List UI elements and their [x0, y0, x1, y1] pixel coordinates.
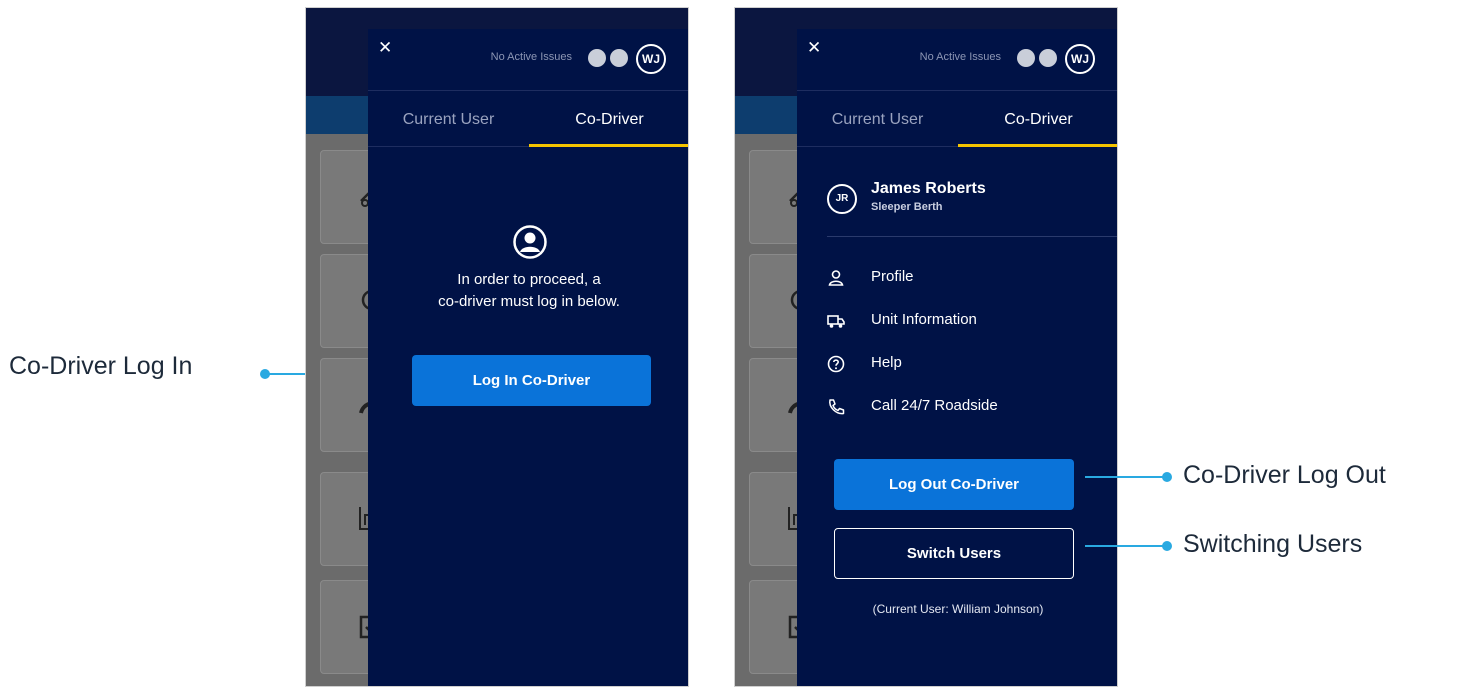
user-tabs: Current User Co-Driver — [797, 92, 1117, 147]
user-avatar[interactable]: WJ — [636, 44, 666, 74]
user-tabs: Current User Co-Driver — [368, 92, 688, 147]
co-driver-drawer: ✕ No Active Issues WJ Current User Co-Dr… — [368, 29, 688, 686]
phone-screen-login: ✕ No Active Issues WJ Current User Co-Dr… — [305, 7, 689, 687]
close-button[interactable]: ✕ — [807, 39, 825, 57]
login-prompt-line1: In order to proceed, a — [457, 271, 601, 288]
menu-item-label: Call 24/7 Roadside — [871, 397, 998, 414]
menu-item-call-roadside[interactable]: Call 24/7 Roadside — [827, 396, 1087, 418]
callout-label-switching: Switching Users — [1183, 530, 1363, 558]
current-user-note: (Current User: William Johnson) — [872, 602, 1044, 616]
callout-dot-logout — [1162, 472, 1172, 482]
user-circle-icon — [513, 225, 547, 259]
phone-screen-logout: ✕ No Active Issues WJ Current User Co-Dr… — [734, 7, 1118, 687]
co-driver-drawer: ✕ No Active Issues WJ Current User Co-Dr… — [797, 29, 1117, 686]
close-button[interactable]: ✕ — [378, 39, 396, 57]
tab-co-driver[interactable]: Co-Driver — [958, 92, 1117, 147]
menu-item-profile[interactable]: Profile — [827, 267, 1087, 289]
status-text: No Active Issues — [919, 51, 1001, 63]
menu-item-label: Profile — [871, 268, 914, 285]
callout-dot-switching — [1162, 541, 1172, 551]
alert-icon[interactable] — [1039, 49, 1057, 67]
login-prompt-line2: co-driver must log in below. — [438, 293, 620, 310]
diagnostics-icon[interactable] — [588, 49, 606, 67]
log-out-co-driver-button[interactable]: Log Out Co-Driver — [834, 459, 1074, 510]
divider — [827, 236, 1117, 237]
truck-icon — [827, 315, 845, 328]
menu-item-help[interactable]: Help — [827, 353, 1087, 375]
menu-item-unit-information[interactable]: Unit Information — [827, 310, 1087, 332]
menu-item-label: Help — [871, 354, 902, 371]
switch-users-button[interactable]: Switch Users — [834, 528, 1074, 579]
phone-icon — [829, 399, 845, 415]
callout-line-logout — [1085, 476, 1167, 478]
person-icon — [828, 270, 844, 286]
callout-line-switching — [1085, 545, 1167, 547]
co-driver-avatar: JR — [827, 184, 857, 214]
tab-current-user[interactable]: Current User — [797, 92, 958, 147]
user-avatar[interactable]: WJ — [1065, 44, 1095, 74]
login-prompt: In order to proceed, a co-driver must lo… — [368, 269, 688, 313]
callout-label-login: Co-Driver Log In — [9, 352, 193, 380]
drawer-header: ✕ No Active Issues WJ — [797, 29, 1117, 91]
menu-item-label: Unit Information — [871, 311, 977, 328]
tab-current-user[interactable]: Current User — [368, 92, 529, 147]
log-in-co-driver-button[interactable]: Log In Co-Driver — [412, 355, 651, 406]
drawer-header: ✕ No Active Issues WJ — [368, 29, 688, 91]
co-driver-duty-status: Sleeper Berth — [871, 201, 943, 213]
co-driver-name: James Roberts — [871, 180, 986, 197]
status-text: No Active Issues — [490, 51, 572, 63]
diagnostics-icon[interactable] — [1017, 49, 1035, 67]
tab-co-driver[interactable]: Co-Driver — [529, 92, 688, 147]
help-icon — [827, 355, 845, 373]
callout-label-logout: Co-Driver Log Out — [1183, 461, 1386, 489]
alert-icon[interactable] — [610, 49, 628, 67]
